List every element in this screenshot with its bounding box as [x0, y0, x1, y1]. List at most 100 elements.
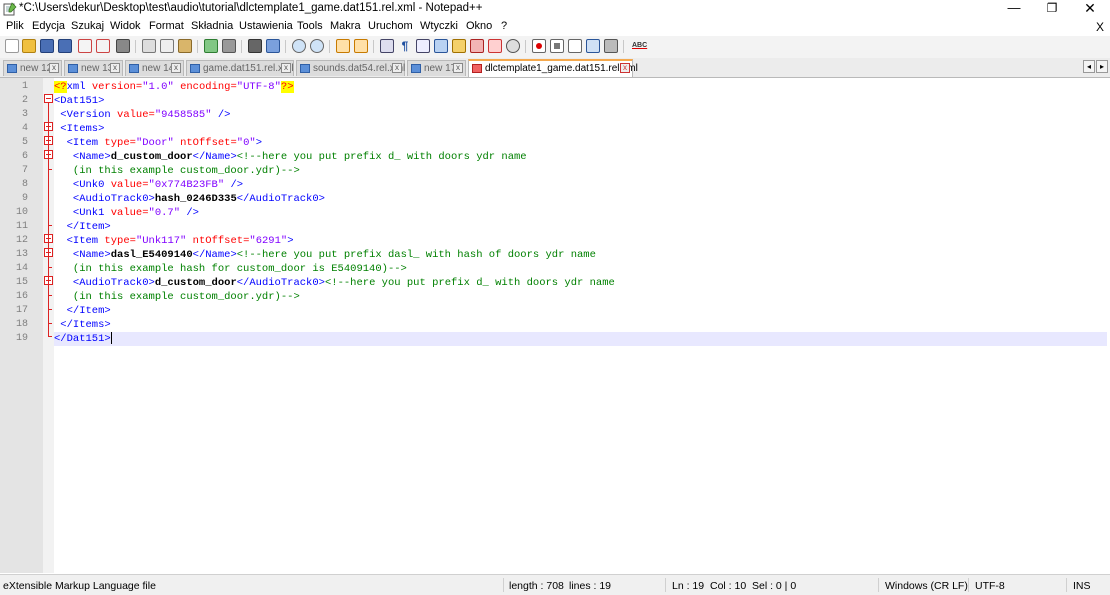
- play-macro-icon[interactable]: [568, 39, 582, 53]
- save-icon[interactable]: [40, 39, 54, 53]
- tab-new-12[interactable]: new 12 x: [3, 60, 62, 76]
- menu-uruchom[interactable]: Uruchom: [368, 20, 413, 32]
- menu-okno[interactable]: Okno: [466, 20, 492, 32]
- menu-ustawienia[interactable]: Ustawienia: [239, 20, 293, 32]
- code-line[interactable]: <AudioTrack0>hash_0246D335</AudioTrack0>: [54, 192, 1107, 206]
- code-text[interactable]: <?xml version="1.0" encoding="UTF-8"?> <D…: [54, 78, 1110, 573]
- paste-icon[interactable]: [178, 39, 192, 53]
- code-line[interactable]: (in this example custom_door.ydr)-->: [54, 290, 1107, 304]
- code-line[interactable]: <Version value="9458585" />: [54, 108, 1107, 122]
- tab-game-dat151[interactable]: game.dat151.rel.xml x: [186, 60, 294, 76]
- folder-workspace-icon[interactable]: [488, 39, 502, 53]
- word-wrap-icon[interactable]: [380, 39, 394, 53]
- tab-scroll-left-icon[interactable]: ◂: [1083, 60, 1095, 73]
- tab-new-14[interactable]: new 14 x: [125, 60, 184, 76]
- code-line[interactable]: </Dat151>: [54, 332, 1107, 346]
- menu-tools[interactable]: Tools: [297, 20, 323, 32]
- close-all-icon[interactable]: [96, 39, 110, 53]
- menu-format[interactable]: Format: [149, 20, 184, 32]
- menu-skladnia[interactable]: Składnia: [191, 20, 233, 32]
- code-token: <AudioTrack0>: [54, 193, 155, 205]
- indent-guide-icon[interactable]: [416, 39, 430, 53]
- undo-icon[interactable]: [204, 39, 218, 53]
- close-icon[interactable]: [78, 39, 92, 53]
- maximize-button[interactable]: ❐: [1034, 0, 1070, 18]
- code-line[interactable]: <AudioTrack0>d_custom_door</AudioTrack0>…: [54, 276, 1107, 290]
- code-line[interactable]: <Name>d_custom_door</Name><!--here you p…: [54, 150, 1107, 164]
- code-token: </Dat151>: [54, 333, 111, 345]
- save-macro-icon[interactable]: [604, 39, 618, 53]
- tab-new-17[interactable]: new 17 x: [407, 60, 466, 76]
- menu-edycja[interactable]: Edycja: [32, 20, 65, 32]
- save-all-icon[interactable]: [58, 39, 72, 53]
- code-line[interactable]: <Name>dasl_E5409140</Name><!--here you p…: [54, 248, 1107, 262]
- open-file-icon[interactable]: [22, 39, 36, 53]
- tab-scroll-right-icon[interactable]: ▸: [1096, 60, 1108, 73]
- record-macro-icon[interactable]: [532, 39, 546, 53]
- code-line[interactable]: (in this example hash for custom_door is…: [54, 262, 1107, 276]
- file-icon: [472, 64, 482, 73]
- code-token: (in this example custom_door.ydr)-->: [54, 291, 300, 303]
- zoom-out-icon[interactable]: [310, 39, 324, 53]
- cut-icon[interactable]: [142, 39, 156, 53]
- doc-map-icon[interactable]: [452, 39, 466, 53]
- menu-makra[interactable]: Makra: [330, 20, 361, 32]
- tab-close-icon[interactable]: x: [110, 63, 120, 73]
- sync-vertical-icon[interactable]: [336, 39, 350, 53]
- file-icon: [300, 64, 310, 73]
- find-icon[interactable]: [248, 39, 262, 53]
- tab-label: new 14: [142, 63, 175, 74]
- new-file-icon[interactable]: [5, 39, 19, 53]
- code-line[interactable]: <Unk1 value="0.7" />: [54, 206, 1107, 220]
- code-line[interactable]: <Dat151>: [54, 94, 1107, 108]
- show-all-chars-icon[interactable]: ¶: [398, 39, 412, 53]
- menu-plik[interactable]: Plik: [6, 20, 24, 32]
- close-document-button[interactable]: X: [1096, 20, 1104, 34]
- stop-record-icon[interactable]: [550, 39, 564, 53]
- fold-end-mark: [48, 169, 52, 170]
- print-icon[interactable]: [116, 39, 130, 53]
- tab-close-icon[interactable]: x: [281, 63, 291, 73]
- menu-szukaj[interactable]: Szukaj: [71, 20, 104, 32]
- editor-area[interactable]: 1 2 3 4 5 6 7 8 9 10 11 12 13 14 15 16 17 18 19 <?xml vers…: [0, 78, 1110, 573]
- tab-dlctemplate1-game[interactable]: dlctemplate1_game.dat151.rel.xml x: [468, 59, 638, 77]
- code-line[interactable]: <?xml version="1.0" encoding="UTF-8"?>: [54, 80, 1107, 94]
- monitoring-icon[interactable]: [506, 39, 520, 53]
- code-token: </AudioTrack0>: [236, 193, 325, 205]
- close-window-button[interactable]: ✕: [1072, 0, 1108, 18]
- code-token: value=: [110, 207, 149, 219]
- code-line[interactable]: (in this example custom_door.ydr)-->: [54, 164, 1107, 178]
- copy-icon[interactable]: [160, 39, 174, 53]
- tab-close-icon[interactable]: x: [49, 63, 59, 73]
- menu-help[interactable]: ?: [501, 20, 507, 32]
- tab-close-icon[interactable]: x: [171, 63, 181, 73]
- code-line[interactable]: <Items>: [54, 122, 1107, 136]
- code-line[interactable]: <Item type="Unk117" ntOffset="6291">: [54, 234, 1107, 248]
- function-list-icon[interactable]: [470, 39, 484, 53]
- tab-sounds-dat54[interactable]: sounds.dat54.rel.xml x: [296, 60, 405, 76]
- status-encoding[interactable]: UTF-8: [975, 580, 1005, 592]
- redo-icon[interactable]: [222, 39, 236, 53]
- zoom-in-icon[interactable]: [292, 39, 306, 53]
- menu-widok[interactable]: Widok: [110, 20, 141, 32]
- replace-icon[interactable]: [266, 39, 280, 53]
- file-icon: [7, 64, 17, 73]
- sync-horizontal-icon[interactable]: [354, 39, 368, 53]
- udl-icon[interactable]: [434, 39, 448, 53]
- tab-close-icon[interactable]: x: [453, 63, 463, 73]
- code-line[interactable]: </Item>: [54, 304, 1107, 318]
- tab-close-icon[interactable]: x: [620, 63, 630, 73]
- tab-close-icon[interactable]: x: [392, 63, 402, 73]
- fold-toggle-icon[interactable]: [44, 94, 53, 103]
- menu-wtyczki[interactable]: Wtyczki: [420, 20, 458, 32]
- code-line[interactable]: </Items>: [54, 318, 1107, 332]
- status-insert-mode[interactable]: INS: [1073, 580, 1091, 592]
- run-macro-multiple-icon[interactable]: [586, 39, 600, 53]
- tab-new-13[interactable]: new 13 x: [64, 60, 123, 76]
- code-line[interactable]: </Item>: [54, 220, 1107, 234]
- code-line[interactable]: <Item type="Door" ntOffset="0">: [54, 136, 1107, 150]
- code-line[interactable]: <Unk0 value="0x774B23FB" />: [54, 178, 1107, 192]
- status-eol[interactable]: Windows (CR LF): [885, 580, 968, 592]
- spell-check-icon[interactable]: ABC: [632, 39, 654, 53]
- minimize-button[interactable]: —: [996, 0, 1032, 18]
